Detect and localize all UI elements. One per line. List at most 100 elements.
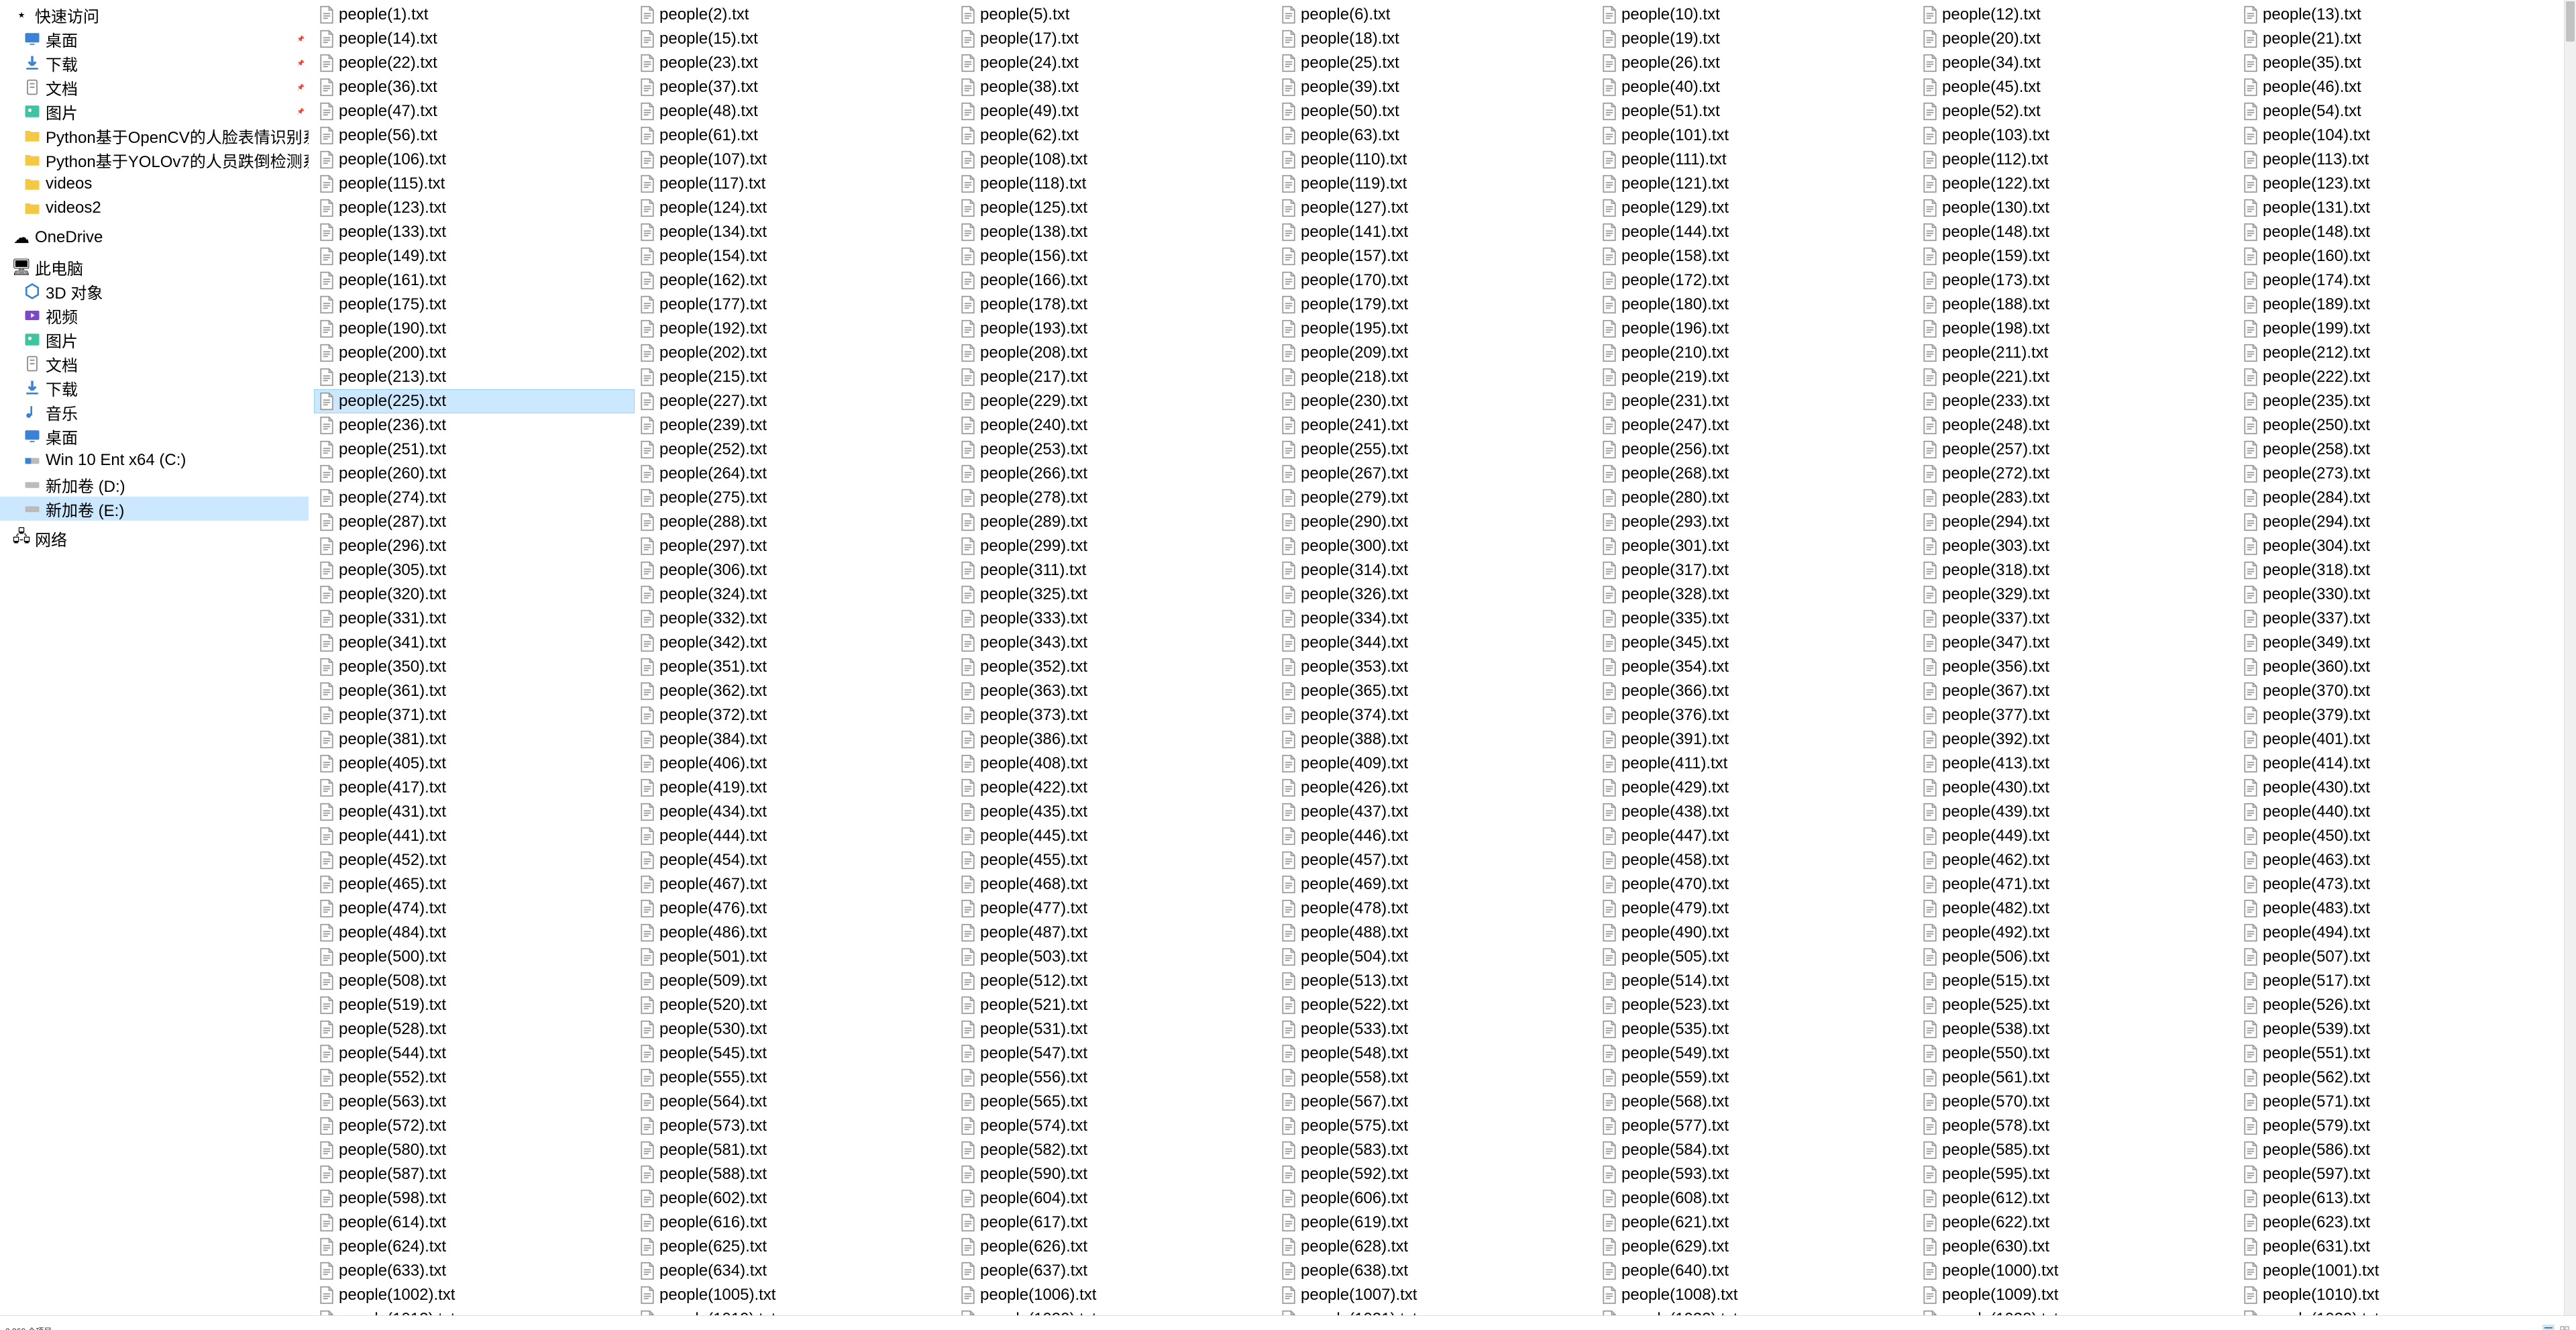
file-item[interactable]: people(107).txt [635,148,955,172]
file-item[interactable]: people(544).txt [314,1041,635,1066]
file-item[interactable]: people(211).txt [1917,341,2238,365]
file-item[interactable]: people(545).txt [635,1041,955,1066]
file-item[interactable]: people(198).txt [1917,317,2238,341]
file-item[interactable]: people(156).txt [955,244,1276,268]
file-item[interactable]: people(303).txt [1917,534,2238,558]
onedrive[interactable]: ☁OneDrive [0,225,309,250]
file-item[interactable]: people(538).txt [1917,1017,2238,1041]
file-item[interactable]: people(388).txt [1276,727,1597,752]
file-item[interactable]: people(504).txt [1276,945,1597,969]
file-item[interactable]: people(221).txt [1917,365,2238,389]
file-item[interactable]: people(414).txt [2238,752,2559,776]
file-item[interactable]: people(1001).txt [2238,1259,2559,1283]
file-item[interactable]: people(335).txt [1597,607,1917,631]
file-item[interactable]: people(614).txt [314,1211,635,1235]
file-item[interactable]: people(559).txt [1597,1066,1917,1090]
file-item[interactable]: people(330).txt [2238,582,2559,607]
file-item[interactable]: people(624).txt [314,1235,635,1259]
file-item[interactable]: people(530).txt [635,1017,955,1041]
file-item[interactable]: people(438).txt [1597,800,1917,824]
file-item[interactable]: people(213).txt [314,365,635,389]
file-item[interactable]: people(199).txt [2238,317,2559,341]
file-item[interactable]: people(178).txt [955,293,1276,317]
file-item[interactable]: people(597).txt [2238,1162,2559,1186]
file-item[interactable]: people(236).txt [314,413,635,438]
file-item[interactable]: people(288).txt [635,510,955,534]
details-view-button[interactable] [2542,1325,2555,1330]
file-item[interactable]: people(138).txt [955,220,1276,244]
file-item[interactable]: people(123).txt [314,196,635,220]
file-item[interactable]: people(56).txt [314,123,635,148]
file-item[interactable]: people(1029).txt [2238,1307,2559,1315]
file-item[interactable]: people(535).txt [1597,1017,1917,1041]
file-item[interactable]: people(526).txt [2238,993,2559,1017]
file-item[interactable]: people(539).txt [2238,1017,2559,1041]
file-item[interactable]: people(471).txt [1917,872,2238,897]
file-item[interactable]: people(612).txt [1917,1186,2238,1211]
file-item[interactable]: people(334).txt [1276,607,1597,631]
file-item[interactable]: people(101).txt [1597,123,1917,148]
file-item[interactable]: people(513).txt [1276,969,1597,993]
file-item[interactable]: people(106).txt [314,148,635,172]
file-item[interactable]: people(431).txt [314,800,635,824]
file-item[interactable]: people(279).txt [1276,486,1597,510]
file-item[interactable]: people(474).txt [314,897,635,921]
file-item[interactable]: people(103).txt [1917,123,2238,148]
file-item[interactable]: people(1006).txt [955,1283,1276,1307]
file-item[interactable]: people(317).txt [1597,558,1917,582]
file-item[interactable]: people(345).txt [1597,631,1917,655]
file-item[interactable]: people(287).txt [314,510,635,534]
file-item[interactable]: people(301).txt [1597,534,1917,558]
file-item[interactable]: people(517).txt [2238,969,2559,993]
file-item[interactable]: people(523).txt [1597,993,1917,1017]
file-item[interactable]: people(342).txt [635,631,955,655]
file-item[interactable]: people(217).txt [955,365,1276,389]
file-item[interactable]: people(1002).txt [314,1283,635,1307]
file-item[interactable]: people(50).txt [1276,99,1597,123]
file-item[interactable]: people(452).txt [314,848,635,872]
file-item[interactable]: people(437).txt [1276,800,1597,824]
file-item[interactable]: people(450).txt [2238,824,2559,848]
file-item[interactable]: people(634).txt [635,1259,955,1283]
file-item[interactable]: people(1028).txt [1917,1307,2238,1315]
tree-item[interactable]: 音乐 [0,400,309,424]
tree-item[interactable]: 新加卷 (D:) [0,472,309,497]
file-item[interactable]: people(127).txt [1276,196,1597,220]
file-item[interactable]: people(551).txt [2238,1041,2559,1066]
file-item[interactable]: people(180).txt [1597,293,1917,317]
file-item[interactable]: people(266).txt [955,462,1276,486]
file-item[interactable]: people(13).txt [2238,3,2559,27]
file-item[interactable]: people(455).txt [955,848,1276,872]
file-item[interactable]: people(222).txt [2238,365,2559,389]
file-item[interactable]: people(347).txt [1917,631,2238,655]
file-item[interactable]: people(231).txt [1597,389,1917,413]
file-item[interactable]: people(130).txt [1917,196,2238,220]
file-item[interactable]: people(48).txt [635,99,955,123]
file-item[interactable]: people(61).txt [635,123,955,148]
file-item[interactable]: people(469).txt [1276,872,1597,897]
file-item[interactable]: people(157).txt [1276,244,1597,268]
file-item[interactable]: people(577).txt [1597,1114,1917,1138]
file-item[interactable]: people(528).txt [314,1017,635,1041]
file-item[interactable]: people(1009).txt [1917,1283,2238,1307]
file-item[interactable]: people(19).txt [1597,27,1917,51]
file-item[interactable]: people(219).txt [1597,365,1917,389]
file-item[interactable]: people(233).txt [1917,389,2238,413]
file-item[interactable]: people(567).txt [1276,1090,1597,1114]
file-item[interactable]: people(230).txt [1276,389,1597,413]
file-item[interactable]: people(112).txt [1917,148,2238,172]
file-item[interactable]: people(170).txt [1276,268,1597,293]
file-item[interactable]: people(492).txt [1917,921,2238,945]
tree-item[interactable]: 图片 [0,327,309,352]
file-item[interactable]: people(617).txt [955,1211,1276,1235]
file-item[interactable]: people(595).txt [1917,1162,2238,1186]
file-item[interactable]: people(629).txt [1597,1235,1917,1259]
file-item[interactable]: people(24).txt [955,51,1276,75]
file-item[interactable]: people(501).txt [635,945,955,969]
file-item[interactable]: people(579).txt [2238,1114,2559,1138]
file-item[interactable]: people(179).txt [1276,293,1597,317]
file-item[interactable]: people(296).txt [314,534,635,558]
file-item[interactable]: people(257).txt [1917,438,2238,462]
file-item[interactable]: people(252).txt [635,438,955,462]
file-item[interactable]: people(547).txt [955,1041,1276,1066]
